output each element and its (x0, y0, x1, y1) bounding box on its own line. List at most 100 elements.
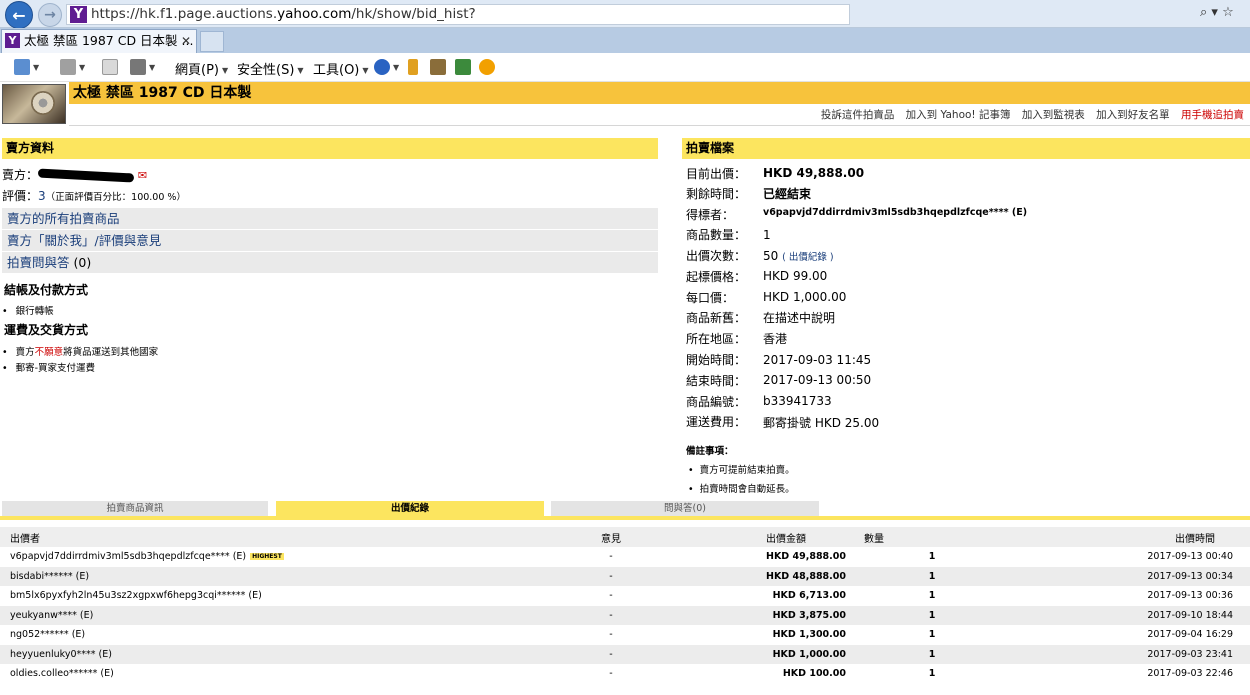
url-suffix: /hk/show/bid_hist? (351, 6, 476, 22)
table-row: oldies.colleo****** (E) - HKD 100.00 1 2… (0, 664, 1250, 684)
amount-cell: HKD 3,875.00 (666, 605, 846, 625)
home-button[interactable]: ▼ (14, 59, 39, 75)
location-label: 所在地區： (686, 332, 747, 346)
mail-button[interactable] (102, 59, 118, 75)
shipping-item: • 郵寄-買家支付運費 (2, 363, 96, 374)
time-cell: 2017-09-13 00:40 (1147, 551, 1233, 563)
add-to-notebook-link[interactable]: 加入到 Yahoo! 記事簿 (906, 109, 1011, 121)
qa-link[interactable]: 拍賣問與答 (0) (2, 252, 658, 273)
note-item: • 拍賣時間會自動延長。 (688, 484, 795, 495)
browser-tab[interactable]: Y 太極 禁區 1987 CD 日本製 ... ✕ (1, 29, 197, 53)
time-cell: 2017-09-13 00:34 (1018, 566, 1250, 586)
add-to-friends-link[interactable]: 加入到好友名單 (1096, 109, 1170, 121)
page-menu[interactable]: 網頁(P) ▼ (175, 59, 228, 78)
onenote-button[interactable] (455, 59, 471, 75)
time-left-label: 剩餘時間： (686, 187, 747, 201)
tab-underline (0, 516, 1250, 520)
rating-note: （正面評價百分比：100.00 %） (45, 192, 186, 203)
time-cell: 2017-09-03 22:46 (1147, 668, 1233, 680)
table-row: ng052****** (E) - HKD 1,300.00 1 2017-09… (0, 625, 1250, 645)
item-title: 太極 禁區 1987 CD 日本製 (69, 82, 1250, 104)
quantity-value: 1 (763, 228, 771, 242)
amount-cell: HKD 100.00 (782, 668, 846, 680)
report-link[interactable]: 投訴這件拍賣品 (821, 109, 895, 121)
highest-badge: HIGHEST (250, 553, 284, 561)
tab-qa[interactable]: 問與答(0) (551, 501, 819, 516)
table-row: bm5lx6pyxfyh2ln45u3sz2xgpxwf6hepg3cqi***… (0, 586, 1250, 606)
qa-label[interactable]: 拍賣問與答 (7, 255, 70, 270)
close-tab-icon[interactable]: ✕ (181, 30, 191, 52)
condition-value: 在描述中說明 (763, 311, 836, 325)
col-amount: 出價金額 (666, 527, 846, 547)
location-value: 香港 (763, 332, 788, 346)
mail-seller-icon[interactable]: ✉ (138, 169, 147, 182)
printer-icon (130, 59, 146, 75)
shipping-cost-label: 運送費用： (686, 415, 747, 429)
bidder-cell[interactable]: bm5lx6pyxfyh2ln45u3sz2xgpxwf6hepg3cqi***… (0, 586, 556, 606)
add-to-watchlist-link[interactable]: 加入到監視表 (1022, 109, 1085, 121)
bidder-cell[interactable]: oldies.colleo****** (E) (0, 664, 556, 684)
bidder-cell[interactable]: v6papvjd7ddirrdmiv3ml5sdb3hqepdlzfcqe***… (0, 547, 556, 567)
time-left-value: 已經結束 (763, 187, 812, 201)
qa-count: (0) (73, 255, 92, 270)
bidder-cell[interactable]: heyyuenluky0**** (E) (0, 644, 556, 664)
comment-cell: - (556, 605, 666, 625)
url-field[interactable]: Yhttps://hk.f1.page.auctions.yahoo.com/h… (66, 4, 850, 25)
tab-item-info[interactable]: 拍賣商品資訊 (2, 501, 268, 516)
winner-value[interactable]: v6papvjd7ddirrdmiv3ml5sdb3hqepdlzfcqe***… (763, 207, 1027, 218)
bidder-cell[interactable]: bisdabi****** (E) (0, 566, 556, 586)
safety-menu[interactable]: 安全性(S) ▼ (237, 59, 304, 78)
payment-title: 結帳及付款方式 (4, 283, 89, 297)
table-row: v6papvjd7ddirrdmiv3ml5sdb3hqepdlzfcqe***… (0, 547, 1250, 567)
comment-cell: - (556, 566, 666, 586)
shipping-cost-value: 郵寄掛號 HKD 25.00 (763, 416, 880, 430)
bidder-cell[interactable]: yeukyanw**** (E) (0, 605, 556, 625)
search-icon[interactable]: ⌕ ▾ ☆ (1200, 5, 1234, 20)
feeds-button[interactable]: ▼ (60, 59, 85, 75)
command-bar: ▼ ▼ ▼ 網頁(P) ▼ 安全性(S) ▼ 工具(O) ▼ ▼ (0, 53, 1250, 82)
shipping-item: • 賣方不願意將貨品運送到其他國家 (2, 347, 159, 358)
rating-label: 評價： (2, 189, 39, 203)
new-tab-button[interactable] (200, 31, 224, 52)
end-time-label: 結束時間： (686, 374, 747, 388)
increment-label: 每口價： (686, 291, 735, 305)
url-prefix: https://hk.f1.page.auctions. (91, 6, 278, 22)
addon-button[interactable] (479, 59, 495, 75)
arrow-left-icon: ← (12, 5, 26, 25)
seller-section-header: 賣方資料 (2, 138, 658, 159)
start-price-label: 起標價格： (686, 270, 747, 284)
tab-bid-history[interactable]: 出價紀錄 (276, 501, 544, 516)
back-button[interactable]: ← (5, 1, 33, 29)
mobile-track-link[interactable]: 用手機追拍賣 (1181, 109, 1244, 121)
rss-icon (60, 59, 76, 75)
start-time-label: 開始時間： (686, 353, 747, 367)
research-button[interactable] (408, 59, 418, 75)
table-row: bisdabi****** (E) - HKD 48,888.00 1 2017… (0, 566, 1250, 586)
end-time-value: 2017-09-13 00:50 (763, 373, 872, 387)
col-time: 出價時間 (1018, 527, 1250, 547)
quantity-cell: 1 (928, 668, 936, 680)
item-thumbnail[interactable] (2, 84, 66, 124)
seller-about-link[interactable]: 賣方「關於我」/評價與意見 (2, 230, 658, 251)
comment-cell: - (556, 644, 666, 664)
help-button[interactable]: ▼ (374, 59, 399, 75)
redacted-seller-name (37, 168, 135, 183)
yahoo-favicon-icon: Y (70, 6, 87, 23)
rating-value[interactable]: 3 (38, 189, 46, 203)
bidder-cell[interactable]: ng052****** (E) (0, 625, 556, 645)
translate-button[interactable] (430, 59, 446, 75)
start-price-value: HKD 99.00 (763, 269, 828, 283)
seller-all-items-link[interactable]: 賣方的所有拍賣商品 (2, 208, 658, 229)
payment-item: • 銀行轉帳 (2, 306, 54, 317)
comment-cell: - (609, 590, 613, 602)
note-item: • 賣方可提前結束拍賣。 (688, 465, 795, 476)
quantity-cell: 1 (928, 590, 936, 602)
time-cell: 2017-09-03 23:41 (1018, 644, 1250, 664)
tools-menu[interactable]: 工具(O) ▼ (313, 59, 369, 78)
mail-icon (102, 59, 118, 75)
bid-record-link[interactable]: ( 出價紀錄 ) (782, 252, 833, 263)
print-button[interactable]: ▼ (130, 59, 155, 75)
forward-button[interactable]: → (38, 3, 62, 27)
item-id-value: b33941733 (763, 394, 832, 408)
quantity-cell: 1 (846, 644, 1018, 664)
